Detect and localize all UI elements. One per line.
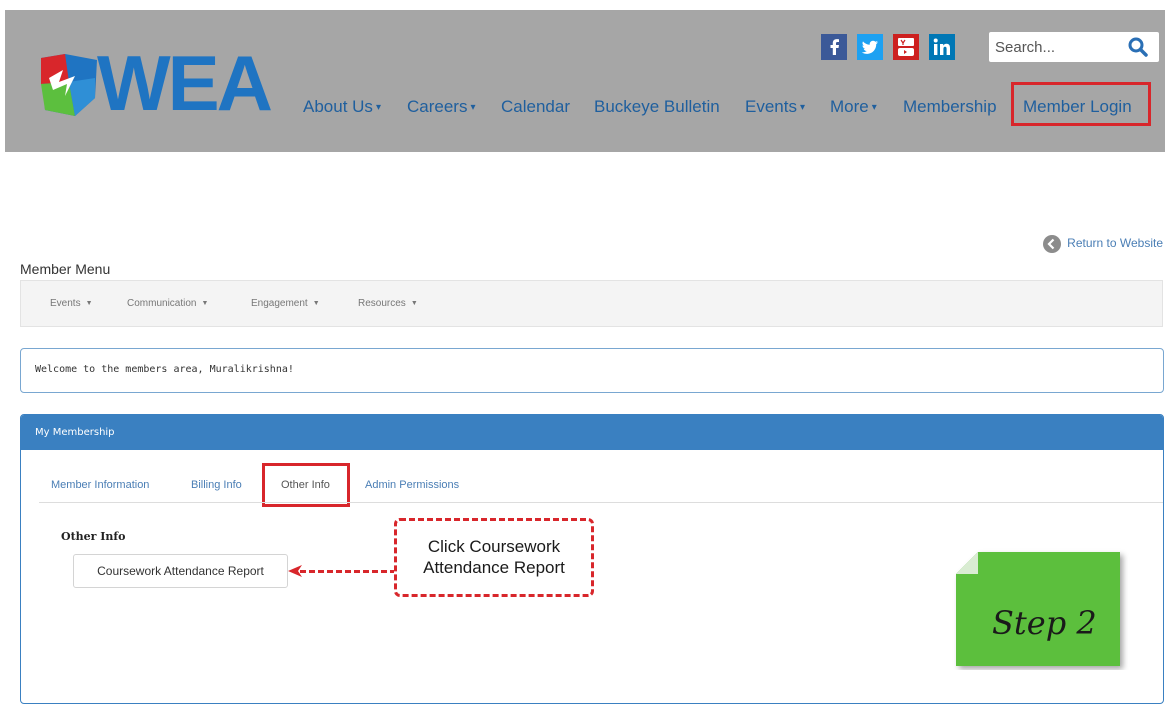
nav-item-buckeye-bulletin[interactable]: Buckeye Bulletin bbox=[594, 92, 720, 122]
instruction-callout: Click Coursework Attendance Report bbox=[394, 518, 594, 597]
logo-text: WEA bbox=[97, 39, 273, 127]
tab-admin-permissions[interactable]: Admin Permissions bbox=[365, 479, 459, 491]
member-menu-bar: Events ▼ Communication ▼ Engagement ▼ Resou… bbox=[20, 280, 1163, 327]
wea-logo[interactable]: WEA bbox=[35, 44, 273, 130]
back-arrow-circle-icon bbox=[1043, 234, 1062, 253]
caret-down-icon: ▾ bbox=[470, 101, 476, 113]
facebook-icon[interactable] bbox=[821, 34, 847, 60]
member-menu-resources[interactable]: Resources ▼ bbox=[358, 298, 418, 309]
tab-member-information[interactable]: Member Information bbox=[51, 479, 149, 491]
member-menu-events[interactable]: Events ▼ bbox=[50, 298, 93, 309]
nav-item-events[interactable]: Events ▾ bbox=[745, 92, 805, 123]
return-to-website-link[interactable]: Return to Website bbox=[1043, 233, 1163, 253]
callout-text: Click Coursework Attendance Report bbox=[423, 537, 565, 577]
caret-down-icon: ▼ bbox=[201, 299, 209, 307]
tab-divider bbox=[39, 502, 1163, 503]
coursework-attendance-report-button[interactable]: Coursework Attendance Report bbox=[73, 554, 288, 588]
step-label: Step 2 bbox=[992, 604, 1097, 642]
welcome-message: Welcome to the members area, Muralikrish… bbox=[35, 364, 294, 375]
nav-item-more[interactable]: More ▾ bbox=[830, 92, 877, 123]
panel-title: My Membership bbox=[35, 427, 115, 438]
caret-down-icon: ▼ bbox=[410, 299, 418, 307]
member-login-highlight-box bbox=[1011, 82, 1151, 126]
ohio-map-logo-icon bbox=[41, 54, 97, 116]
panel-header: My Membership bbox=[21, 415, 1163, 450]
caret-down-icon: ▼ bbox=[312, 299, 320, 307]
site-header: WEA About Us▾ Careers▾ Calendar Buckeye … bbox=[5, 10, 1165, 152]
callout-dashed-line bbox=[300, 570, 396, 576]
nav-item-careers[interactable]: Careers ▾ bbox=[407, 92, 476, 123]
caret-down-icon: ▾ bbox=[799, 101, 806, 113]
caret-down-icon: ▾ bbox=[871, 101, 877, 113]
caret-down-icon: ▾ bbox=[375, 101, 381, 113]
section-title: Other Info bbox=[61, 530, 126, 543]
member-menu-communication[interactable]: Communication ▼ bbox=[127, 298, 208, 309]
linkedin-icon[interactable] bbox=[929, 34, 955, 60]
youtube-icon[interactable] bbox=[893, 34, 919, 60]
tab-billing-info[interactable]: Billing Info bbox=[191, 479, 242, 491]
step-2-sticky-note: Step 2 bbox=[950, 548, 1130, 670]
search-input[interactable] bbox=[995, 36, 1125, 58]
nav-item-calendar[interactable]: Calendar bbox=[501, 92, 570, 122]
other-info-highlight-box bbox=[262, 463, 350, 507]
nav-item-about-us[interactable]: About Us ▾ bbox=[303, 92, 381, 123]
member-menu-title: Member Menu bbox=[20, 261, 111, 277]
search-box bbox=[989, 32, 1159, 62]
nav-item-membership[interactable]: Membership bbox=[903, 92, 997, 122]
welcome-alert: Welcome to the members area, Muralikrish… bbox=[20, 348, 1164, 393]
caret-down-icon: ▼ bbox=[85, 299, 93, 307]
search-icon[interactable] bbox=[1127, 36, 1149, 58]
twitter-icon[interactable] bbox=[857, 34, 883, 60]
arrow-left-icon bbox=[288, 565, 302, 577]
member-menu-engagement[interactable]: Engagement ▼ bbox=[251, 298, 320, 309]
